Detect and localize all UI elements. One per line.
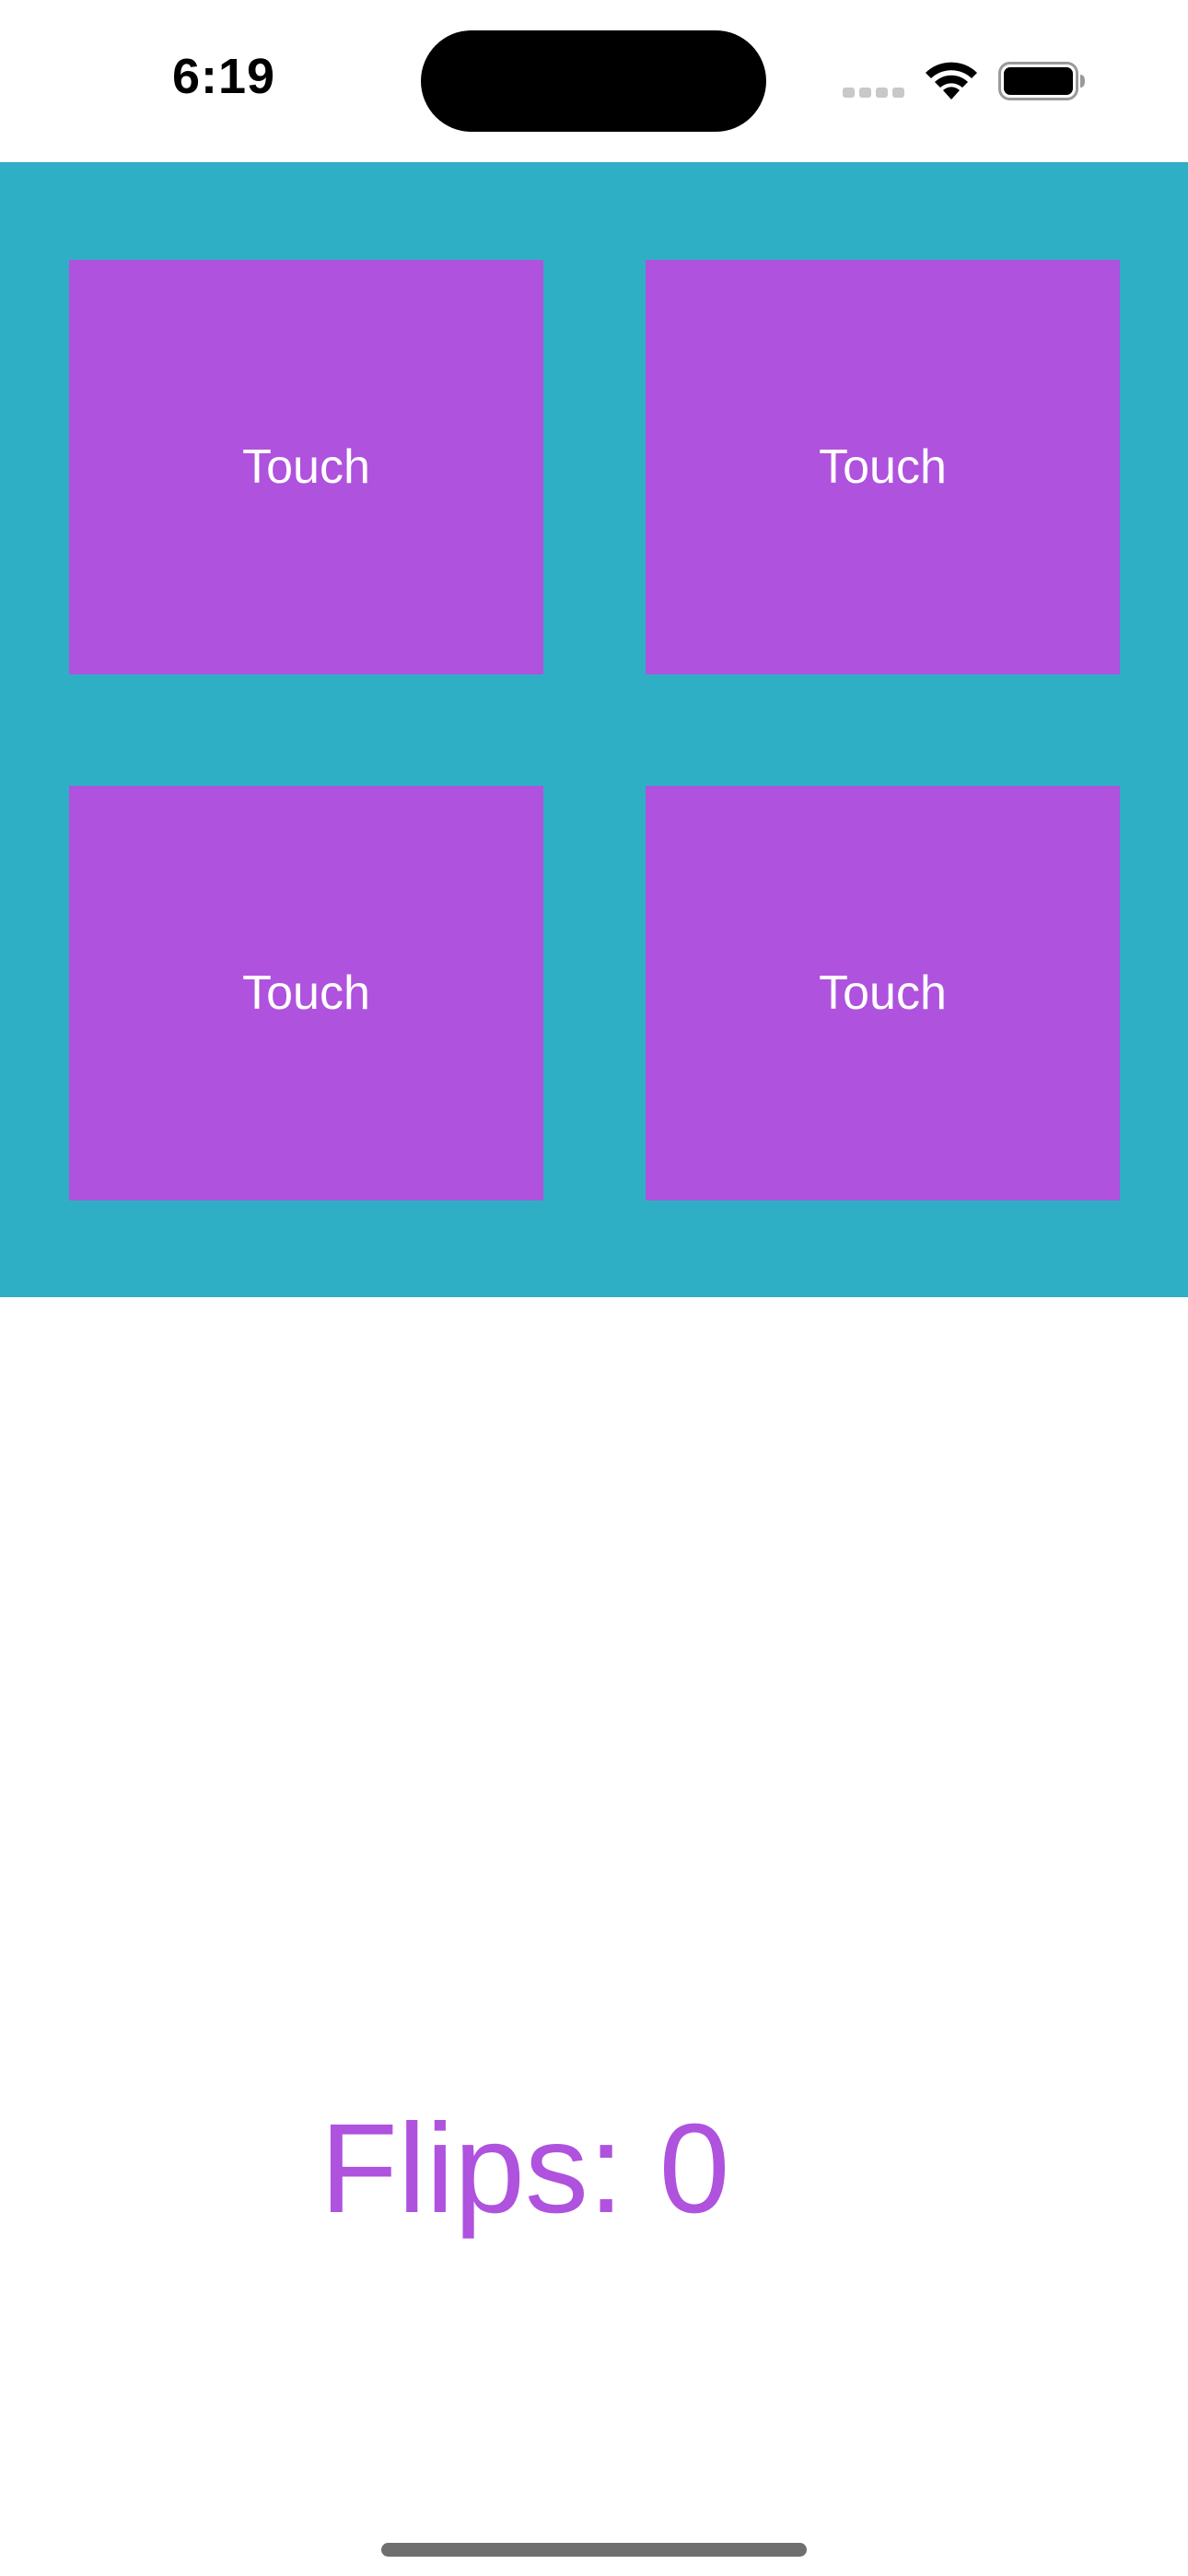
wifi-icon	[921, 57, 982, 101]
dynamic-island	[421, 30, 766, 132]
card-button-2[interactable]: Touch	[646, 260, 1120, 674]
cellular-signal-icon	[843, 88, 905, 99]
card-button-1[interactable]: Touch	[69, 260, 543, 674]
card-button-4[interactable]: Touch	[646, 786, 1120, 1200]
card-grid: Touch Touch Touch Touch	[0, 162, 1188, 1297]
battery-icon	[998, 61, 1087, 101]
home-indicator[interactable]	[381, 2543, 807, 2557]
status-bar: 6:19	[0, 0, 1188, 162]
status-time: 6:19	[171, 49, 276, 104]
flips-count-label: Flips: 0	[320, 2098, 730, 2240]
card-button-3[interactable]: Touch	[69, 786, 543, 1200]
